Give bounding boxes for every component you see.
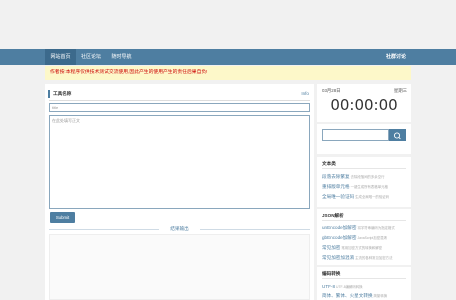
tool-desc: 简繁转换 (373, 294, 388, 298)
list-item[interactable]: 重排版单元格一键生成所有表格单元格 (322, 183, 408, 191)
list-item[interactable]: 简体、繁体、火星文转换简繁转换 (322, 292, 408, 300)
list-item[interactable]: gbEncode加解密JavaScript加密混淆 (322, 234, 408, 242)
text-tools-card: 文本类 段落去除繁复去除段落间的多余空行 重排版单元格一键生成所有表格单元格 全… (317, 157, 411, 207)
nav-item-forum[interactable]: 社区论坛 (76, 49, 106, 65)
tool-link[interactable]: unEncode加解密 (322, 225, 356, 230)
tool-link[interactable]: 重排版单元格 (322, 184, 350, 189)
nav-item-home[interactable]: 网站首页 (45, 49, 76, 65)
top-navbar: 网站首页 社区论坛 随时导航 社群讨论 (0, 49, 456, 65)
divider (322, 220, 406, 221)
divider (49, 229, 159, 230)
tool-link[interactable]: 段落去除繁复 (322, 174, 350, 179)
encode-tools-card: 编码转换 UTF-8UTF-8编解码转换 简体、繁体、火星文转换简繁转换 (317, 267, 411, 300)
search-card (317, 124, 411, 154)
header-accent-bar (48, 90, 50, 98)
result-title: 结果输出 (170, 226, 189, 231)
list-item[interactable]: 段落去除繁复去除段落间的多余空行 (322, 173, 408, 181)
info-link[interactable]: Info (301, 89, 309, 99)
divider (322, 278, 406, 279)
list-item[interactable]: 全局唯一验证码生成全局唯一的验证码 (322, 193, 408, 201)
search-input[interactable] (322, 129, 389, 141)
list-item[interactable]: unEncode加解密将字符串编码为指定格式 (322, 224, 408, 232)
list-item[interactable]: 常见加密加混淆主流的各种常见加密方法 (322, 254, 408, 262)
result-output (49, 234, 310, 300)
submit-button[interactable]: Submit (50, 212, 75, 223)
clock-time: 00:00:00 (330, 96, 398, 114)
divider (200, 229, 310, 230)
panel-header: 工具名称 Info (48, 89, 311, 99)
tool-link[interactable]: 常见加密加混淆 (322, 255, 354, 260)
card-title: 文本类 (322, 161, 336, 166)
tool-desc: 主流的各种常见加密方法 (355, 256, 393, 260)
nav-item-navigation[interactable]: 随时导航 (106, 49, 137, 65)
json-tools-card: JSON解析 unEncode加解密将字符串编码为指定格式 gbEncode加解… (317, 209, 411, 265)
clock-weekday: 星期三 (393, 88, 407, 93)
tool-link[interactable]: 常见加密 (322, 245, 340, 250)
clock-card: 03月28日 星期三 00:00:00 (317, 84, 411, 122)
card-title: 编码转换 (322, 271, 341, 276)
list-item[interactable]: 常见加密常用加密方式的转换和解密 (322, 244, 408, 252)
search-button[interactable] (389, 129, 406, 141)
tool-desc: 将字符串编码为指定格式 (357, 226, 395, 230)
panel-title: 工具名称 (53, 91, 72, 96)
tool-desc: UTF-8编解码转换 (336, 285, 363, 289)
content-textarea[interactable]: 在此处填写正文 (49, 115, 310, 209)
tool-link[interactable]: 全局唯一验证码 (322, 194, 354, 199)
search-icon (393, 132, 401, 140)
tool-link[interactable]: 简体、繁体、火星文转换 (322, 293, 373, 298)
result-heading: 结果输出 (49, 225, 310, 233)
tool-panel: 工具名称 Info title 在此处填写正文 Submit 结果输出 (45, 84, 314, 300)
list-item[interactable]: UTF-8UTF-8编解码转换 (322, 283, 408, 291)
nav-item-community[interactable]: 社群讨论 (380, 49, 412, 65)
tool-desc: 去除段落间的多余空行 (350, 175, 385, 179)
clock-date: 03月28日 (322, 88, 341, 93)
tool-link[interactable]: UTF-8 (322, 284, 335, 289)
title-input[interactable]: title (49, 103, 310, 112)
divider (49, 100, 310, 101)
tool-desc: JavaScript加密混淆 (357, 236, 387, 240)
divider (322, 168, 406, 169)
card-title: JSON解析 (322, 213, 344, 218)
tool-desc: 常用加密方式的转换和解密 (341, 246, 383, 250)
tool-desc: 一键生成所有表格单元格 (350, 185, 388, 189)
disclaimer-notice: 作者按:本程序仅供技术测试交流使用,因此产生的使用产生的责任后果自负! (45, 66, 411, 80)
tool-link[interactable]: gbEncode加解密 (322, 235, 356, 240)
tool-desc: 生成全局唯一的验证码 (355, 195, 390, 199)
